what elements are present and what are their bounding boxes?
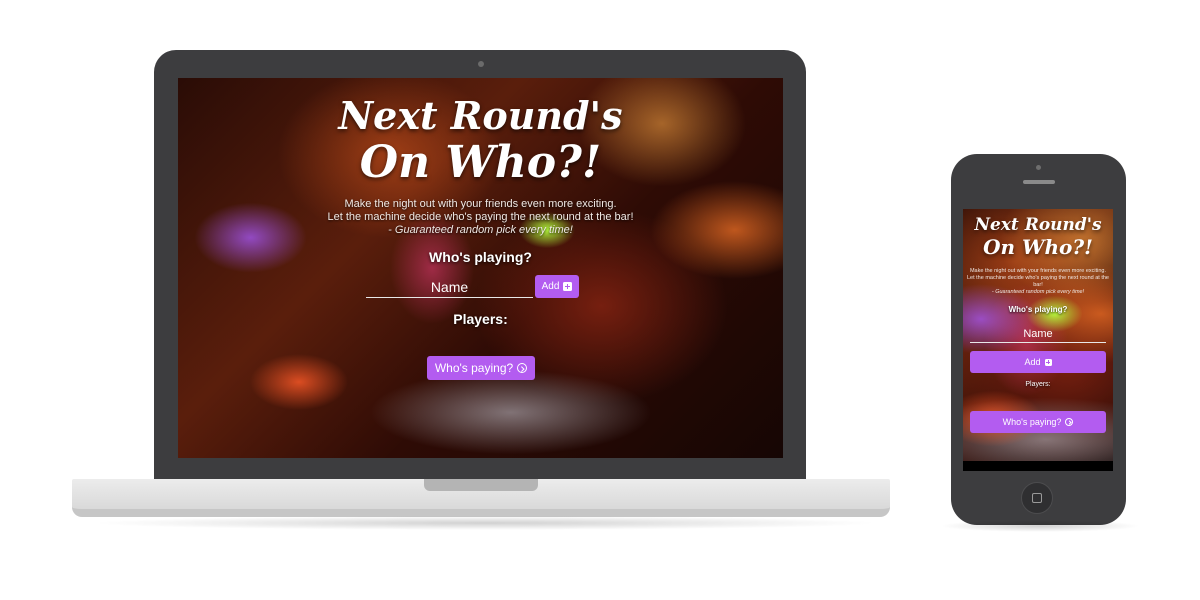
mobile-add-player-button[interactable]: Add <box>970 351 1106 373</box>
mobile-tagline-line-3: - Guaranteed random pick every time! <box>991 289 1085 295</box>
arrow-circle-right-icon <box>517 363 528 373</box>
mobile-players-label: Players: <box>1025 381 1051 388</box>
arrow-circle-right-icon <box>1065 418 1074 426</box>
tagline-line-3: - Guaranteed random pick every time! <box>388 224 573 236</box>
mobile-whos-paying-button-label: Who's paying? <box>1002 417 1062 427</box>
add-button-label: Add <box>541 281 560 292</box>
mobile-add-button-label: Add <box>1024 357 1041 367</box>
tagline-line-1: Make the night out with your friends eve… <box>344 198 617 210</box>
player-name-input[interactable] <box>366 276 533 298</box>
phone-camera <box>1036 165 1041 170</box>
mobile-tagline-line-1: Make the night out with your friends eve… <box>969 268 1107 274</box>
plus-square-icon <box>1044 358 1052 366</box>
laptop-notch <box>424 479 538 491</box>
tagline: Make the night out with your friends eve… <box>178 198 783 237</box>
mobile-bottom-bar <box>963 461 1113 471</box>
mobile-app-title-line-2: On Who?! <box>983 235 1093 259</box>
laptop-shadow <box>90 516 880 530</box>
whos-paying-button-label: Who's paying? <box>434 361 514 375</box>
mobile-whos-playing-label: Who's playing? <box>1008 305 1068 314</box>
whos-paying-button[interactable]: Who's paying? <box>427 356 535 380</box>
mobile-whos-paying-button[interactable]: Who's paying? <box>970 411 1106 433</box>
phone-speaker <box>1023 180 1055 184</box>
app-view-mobile: Next Round's On Who?! Make the night out… <box>963 209 1113 471</box>
players-label: Players: <box>453 311 508 327</box>
laptop-camera <box>478 61 484 67</box>
mobile-tagline: Make the night out with your friends eve… <box>963 268 1113 296</box>
phone-screen: Next Round's On Who?! Make the night out… <box>963 209 1113 471</box>
app-title-line-2: On Who?! <box>359 137 602 188</box>
mobile-app-title-line-1: Next Round's <box>974 215 1102 235</box>
add-player-button[interactable]: Add <box>535 275 579 298</box>
app-title-line-1: Next Round's <box>338 93 623 138</box>
laptop-screen: Next Round's On Who?! Make the night out… <box>178 78 783 458</box>
plus-square-icon <box>563 282 573 291</box>
tagline-line-2: Let the machine decide who's paying the … <box>327 211 634 223</box>
app-view-desktop: Next Round's On Who?! Make the night out… <box>178 78 783 458</box>
phone-shadow <box>940 520 1140 532</box>
mobile-player-name-input[interactable] <box>970 325 1106 343</box>
mobile-tagline-line-2: Let the machine decide who's paying the … <box>966 275 1109 288</box>
home-square-icon <box>1032 493 1042 503</box>
whos-playing-label: Who's playing? <box>429 249 532 265</box>
